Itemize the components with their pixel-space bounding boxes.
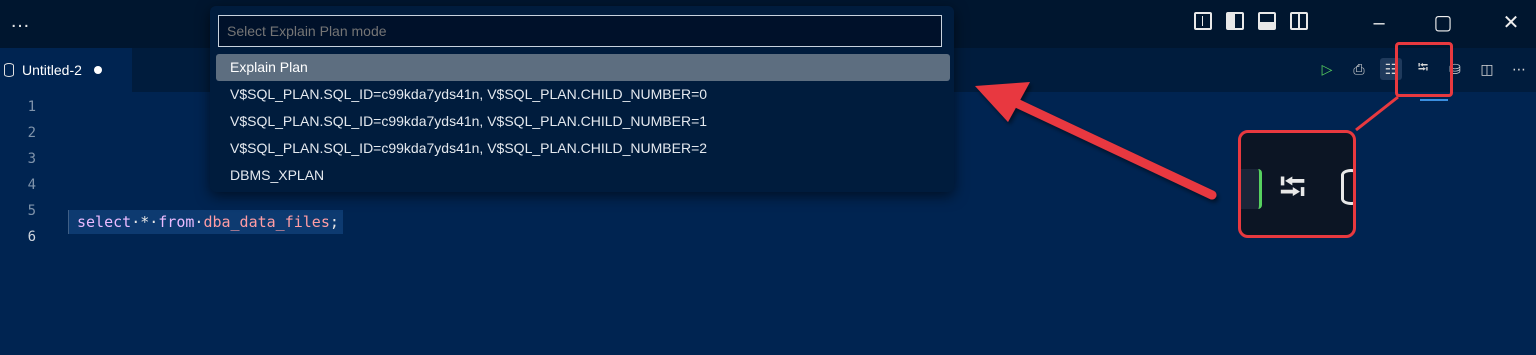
explain-plan-icon: ⭾ — [1279, 166, 1307, 207]
annotation-connector — [1355, 95, 1399, 132]
database-icon — [1341, 169, 1353, 205]
callout-adjacent-button — [1241, 169, 1262, 209]
zoom-callout: ⭾ — [1238, 130, 1356, 238]
annotation-arrow — [975, 82, 1217, 200]
